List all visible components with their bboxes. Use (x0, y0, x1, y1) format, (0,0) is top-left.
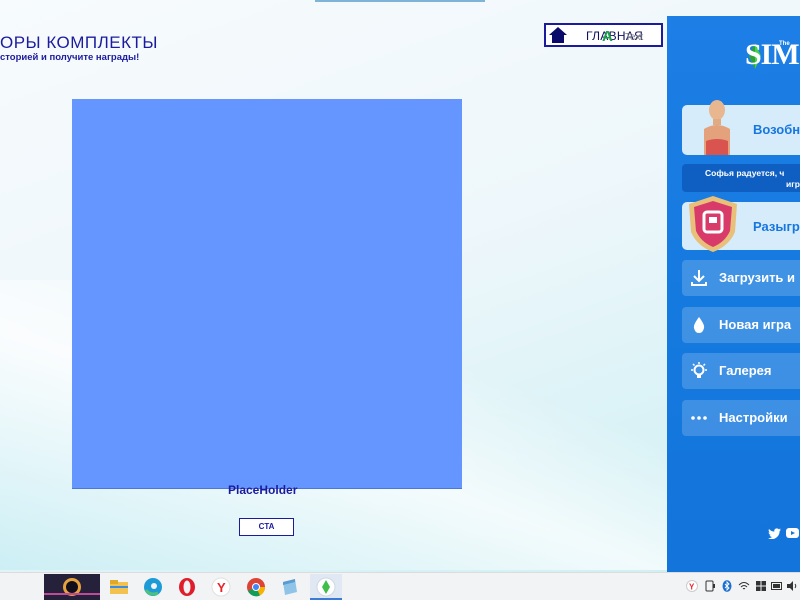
resume-tooltip-line2: игр (786, 179, 800, 189)
placeholder-label: PlaceHolder (228, 483, 298, 497)
sims-logo: SIM (745, 38, 800, 71)
resume-tooltip-line1: Софья радуется, ч (705, 168, 785, 178)
yandex-tray-icon[interactable]: Y (686, 580, 698, 592)
home-button[interactable]: ГЛАВНАЯ A Text (544, 23, 663, 47)
menu-item-settings[interactable]: Настройки (682, 400, 800, 436)
resume-game-card[interactable]: Возобн (682, 100, 800, 155)
raffle-card-label: Разыгр (753, 219, 800, 234)
menu-item-new-game[interactable]: Новая игра (682, 307, 800, 343)
svg-text:Y: Y (217, 580, 226, 595)
text-tool-mark: A (602, 28, 613, 45)
resume-tooltip: Софья радуется, ч игр (682, 164, 800, 192)
placeholder-image (72, 99, 462, 489)
text-tool-ghost: Text (625, 32, 644, 43)
game-thumbnail[interactable] (44, 574, 100, 600)
raffle-shield-icon (689, 196, 737, 252)
phone-icon[interactable] (705, 580, 716, 592)
chrome-icon[interactable] (245, 576, 267, 598)
windows-taskbar: Y Y (0, 572, 800, 600)
file-explorer-icon[interactable] (108, 576, 130, 598)
menu-item-label: Галерея (719, 363, 772, 378)
sim-avatar (704, 100, 730, 155)
volume-icon[interactable] (786, 580, 798, 592)
network-icon[interactable] (738, 580, 750, 592)
menu-item-gallery[interactable]: Галерея (682, 353, 800, 389)
overflow-icon[interactable] (3, 576, 25, 598)
gallery-bulb-icon (691, 362, 707, 378)
battery-icon[interactable] (771, 581, 783, 591)
menu-item-label: Загрузить и (719, 270, 796, 285)
download-icon (691, 270, 707, 286)
top-indicator-strip (315, 0, 485, 2)
sims-launcher-icon (316, 577, 336, 597)
cta-button[interactable]: CTA (239, 518, 294, 536)
raffle-card[interactable]: Разыгр (682, 196, 800, 252)
opera-icon[interactable] (176, 576, 198, 598)
bluetooth-icon[interactable] (722, 580, 732, 592)
youtube-icon[interactable] (786, 528, 800, 539)
menu-item-label: Новая игра (719, 317, 792, 332)
more-dots-icon (691, 416, 707, 420)
svg-text:Y: Y (689, 583, 695, 592)
social-links (768, 527, 800, 539)
home-icon (549, 27, 567, 43)
page-subtitle: сторией и получите награды! (0, 52, 140, 63)
windows-security-icon[interactable] (755, 580, 767, 592)
edge-icon[interactable] (142, 576, 164, 598)
page-title: ОРЫ КОМПЛЕКТЫ (0, 33, 158, 52)
twitter-icon[interactable] (768, 527, 781, 539)
sims-launcher-taskbar-item[interactable] (310, 574, 342, 600)
menu-item-load[interactable]: Загрузить и (682, 260, 800, 296)
notepad-icon[interactable] (279, 576, 301, 598)
drop-icon (693, 317, 705, 333)
resume-card-label: Возобн (753, 122, 800, 137)
menu-item-label: Настройки (719, 410, 788, 425)
yandex-icon[interactable]: Y (210, 576, 232, 598)
sims-side-panel: The SIM Возобн Софья радуется, ч игр Раз… (667, 16, 800, 572)
